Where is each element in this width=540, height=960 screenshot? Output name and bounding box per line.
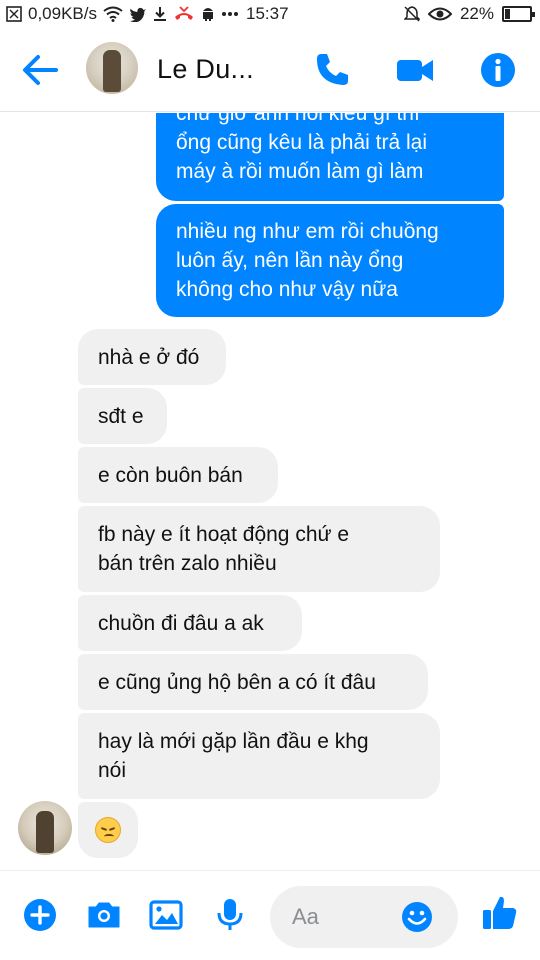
wifi-icon xyxy=(103,6,123,22)
video-call-button[interactable] xyxy=(395,50,435,90)
message-text: e cũng ủng hộ bên a có ít đâu xyxy=(98,670,376,694)
missed-call-icon xyxy=(173,6,195,22)
gallery-button[interactable] xyxy=(148,897,184,933)
eye-icon xyxy=(427,7,452,21)
notification-icon xyxy=(6,6,22,22)
more-actions-button[interactable] xyxy=(22,897,58,933)
status-bar: 0,09KB/s 15:37 22% xyxy=(0,0,540,28)
battery-percent: 22% xyxy=(459,4,494,23)
message-text: ổng cũng kêu là phải trả lại xyxy=(176,130,428,154)
voice-message-button[interactable] xyxy=(212,897,248,933)
thumbs-up-icon xyxy=(483,896,517,929)
emoji-button[interactable] xyxy=(400,900,434,934)
back-button[interactable] xyxy=(20,52,60,88)
message-text: nhà e ở đó xyxy=(98,345,200,369)
contact-name[interactable]: Le Du... xyxy=(157,54,254,85)
message-text: chứ giờ anh nói kiểu gì thì xyxy=(176,113,420,125)
voice-call-button[interactable] xyxy=(312,50,352,90)
sender-avatar[interactable] xyxy=(18,801,72,855)
message-thread[interactable]: chứ giờ anh nói kiểu gì thì ổng cũng kêu… xyxy=(0,113,540,870)
clock: 15:37 xyxy=(246,4,289,23)
plus-icon xyxy=(24,899,56,931)
microphone-icon xyxy=(217,899,243,930)
message-text: luôn ấy, nên lần này ổng xyxy=(176,249,404,272)
download-icon xyxy=(153,6,167,22)
message-text: nói xyxy=(98,759,127,782)
message-text: không cho như vậy nữa xyxy=(176,278,398,301)
image-icon xyxy=(149,900,183,930)
more-icon xyxy=(221,11,239,17)
message-composer: Aa xyxy=(0,870,540,960)
mute-icon xyxy=(403,6,420,22)
message-bubble-outgoing[interactable]: nhiều ng như em rồi chuồng luôn ấy, nên … xyxy=(156,204,504,317)
message-text: máy à rồi muốn làm gì làm xyxy=(176,159,424,183)
battery-level xyxy=(505,9,510,19)
message-bubble-outgoing[interactable]: chứ giờ anh nói kiểu gì thì ổng cũng kêu… xyxy=(156,113,504,201)
message-bubble-incoming[interactable]: nhà e ở đó xyxy=(78,329,226,385)
message-bubble-incoming[interactable]: sđt e xyxy=(78,388,167,444)
phone-icon xyxy=(317,54,348,85)
like-button[interactable] xyxy=(480,893,520,933)
video-camera-icon xyxy=(397,60,433,81)
message-bubble-incoming[interactable]: fb này e ít hoạt động chứ e bán trên zal… xyxy=(78,506,440,592)
message-text: fb này e ít hoạt động chứ e xyxy=(98,523,350,546)
message-bubble-incoming[interactable]: hay là mới gặp lần đầu e khg nói xyxy=(78,713,440,799)
camera-icon xyxy=(88,902,120,928)
conversation-header: Le Du... xyxy=(0,28,540,112)
message-text: hay là mới gặp lần đầu e khg xyxy=(98,730,369,753)
twitter-icon xyxy=(129,7,147,22)
message-text: e còn buôn bán xyxy=(98,463,243,487)
message-text: sđt e xyxy=(98,404,144,428)
disappointed-face-emoji xyxy=(95,817,121,843)
message-bubble-incoming[interactable]: e còn buôn bán xyxy=(78,447,278,503)
battery-icon xyxy=(502,6,535,22)
back-arrow-icon xyxy=(23,55,58,85)
emoji-icon xyxy=(402,902,432,932)
contact-avatar[interactable] xyxy=(86,42,138,94)
message-text: nhiều ng như em rồi chuồng xyxy=(176,220,439,243)
android-icon xyxy=(201,6,215,22)
message-bubble-incoming[interactable] xyxy=(78,802,138,858)
message-text: bán trên zalo nhiều xyxy=(98,552,277,575)
camera-button[interactable] xyxy=(86,897,122,933)
message-text: chuồn đi đâu a ak xyxy=(98,611,264,635)
message-input-placeholder: Aa xyxy=(292,904,319,929)
info-icon xyxy=(481,53,515,87)
network-speed: 0,09KB/s xyxy=(28,4,97,23)
conversation-info-button[interactable] xyxy=(478,50,518,90)
message-bubble-incoming[interactable]: e cũng ủng hộ bên a có ít đâu xyxy=(78,654,428,710)
message-bubble-incoming[interactable]: chuồn đi đâu a ak xyxy=(78,595,302,651)
message-input[interactable]: Aa xyxy=(270,886,458,948)
